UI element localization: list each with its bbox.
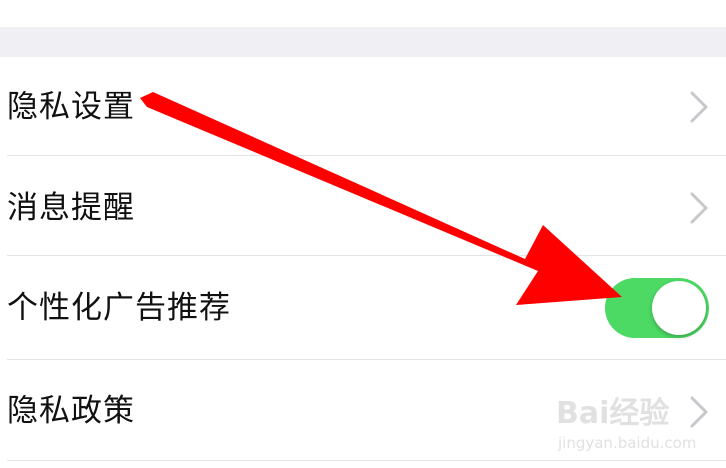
watermark-url: jingyan.baidu.com [558,434,697,452]
row-divider [7,460,726,461]
settings-screen: 隐私设置 消息提醒 个性化广告推荐 隐私政策 Bai经验 jingyan.bai… [0,0,726,468]
settings-row-privacy-settings[interactable]: 隐私设置 [0,57,726,155]
top-area [0,0,726,27]
message-reminder-label: 消息提醒 [7,190,135,226]
personalized-ads-toggle[interactable] [605,278,709,338]
toggle-knob [652,281,706,335]
privacy-settings-label: 隐私设置 [7,89,135,125]
baidu-watermark: Bai经验 jingyan.baidu.com [556,388,706,458]
privacy-policy-label: 隐私政策 [7,393,135,429]
group-separator [0,27,726,57]
chevron-right-icon [690,192,708,224]
watermark-brand: Bai经验 [556,396,670,431]
personalized-ads-label: 个性化广告推荐 [7,290,231,326]
chevron-right-icon [690,91,708,123]
settings-row-message-reminder[interactable]: 消息提醒 [0,156,726,255]
